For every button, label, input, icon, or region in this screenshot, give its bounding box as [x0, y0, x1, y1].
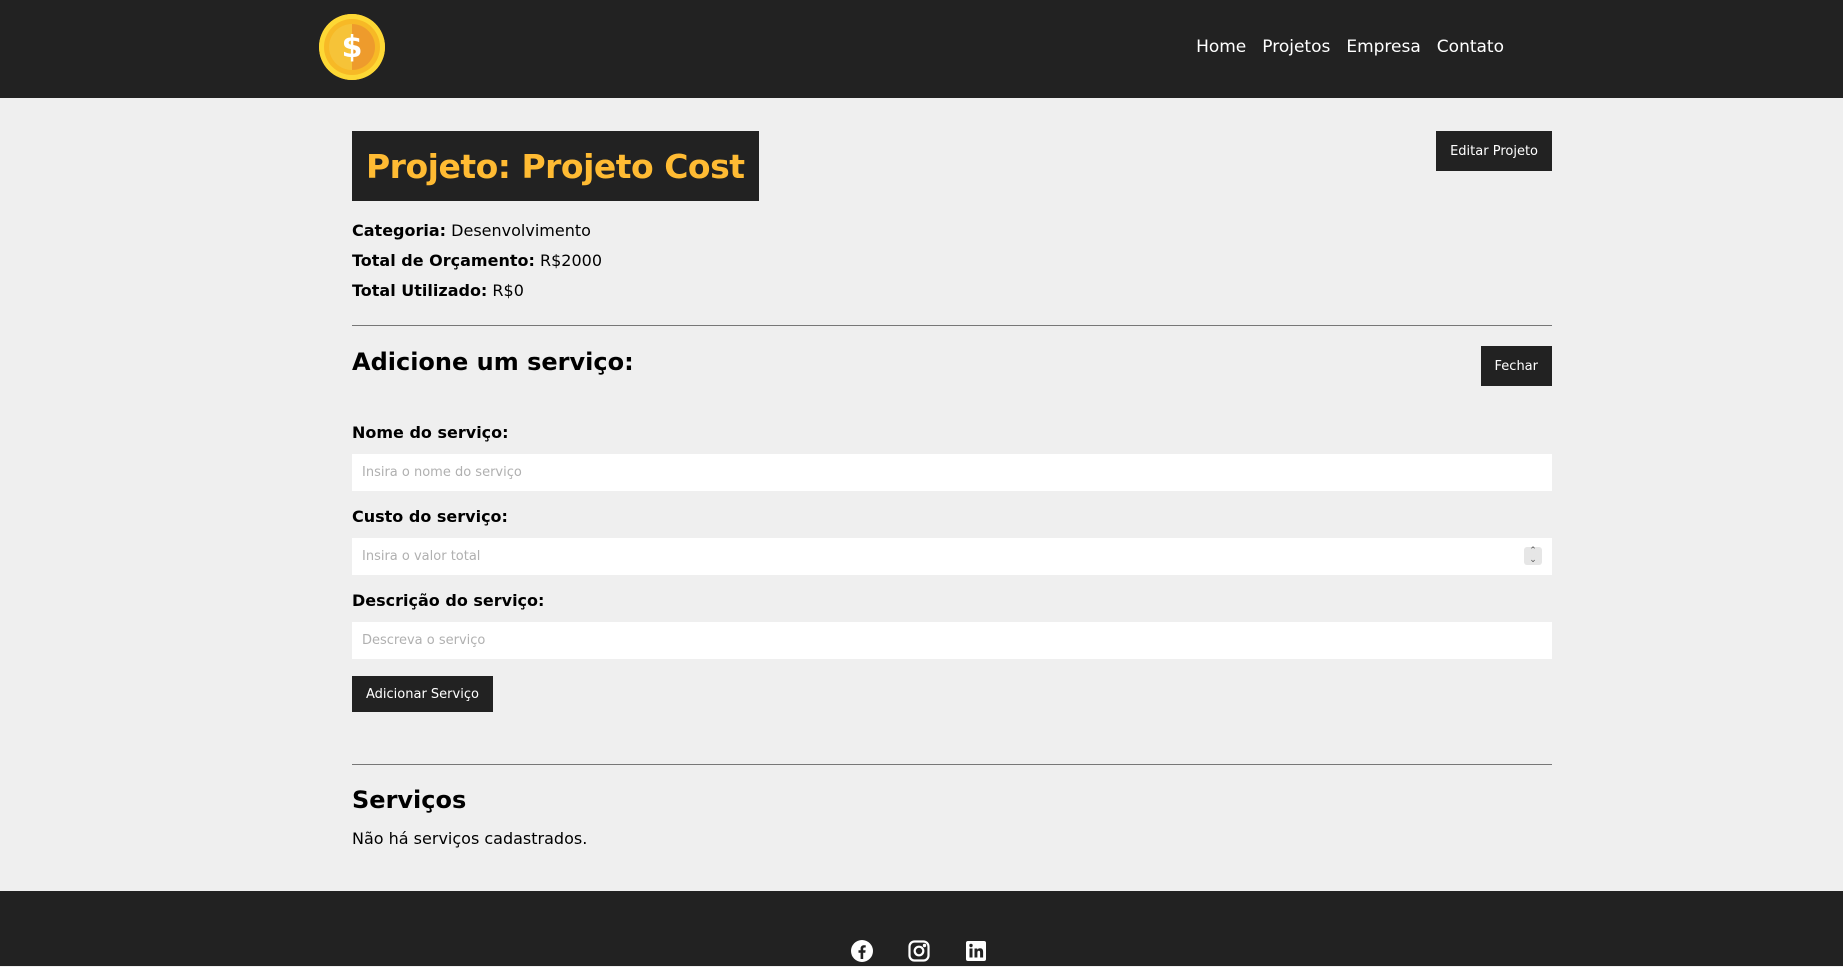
- number-stepper[interactable]: ⌃ ⌄: [1524, 547, 1542, 565]
- service-cost-input[interactable]: [352, 538, 1552, 575]
- service-name-label: Nome do serviço:: [352, 423, 509, 442]
- used-value: R$0: [492, 281, 524, 300]
- service-cost-wrapper: ⌃⌄: [352, 538, 1552, 575]
- budget-value: R$2000: [539, 251, 602, 270]
- nav-home[interactable]: Home: [1196, 37, 1246, 57]
- divider: [352, 764, 1552, 765]
- budget-label: Total de Orçamento:: [352, 251, 535, 270]
- logo-symbol: $: [341, 29, 363, 65]
- service-name-input[interactable]: [352, 454, 1552, 491]
- linkedin-icon[interactable]: [964, 939, 988, 963]
- social-links: [850, 939, 988, 963]
- logo[interactable]: $: [319, 14, 385, 80]
- nav-empresa[interactable]: Empresa: [1346, 37, 1420, 57]
- service-desc-label: Descrição do serviço:: [352, 591, 545, 610]
- category-label: Categoria:: [352, 221, 447, 240]
- nav-contato[interactable]: Contato: [1437, 37, 1504, 57]
- divider: [352, 325, 1552, 326]
- services-title: Serviços: [352, 786, 467, 814]
- add-service-title: Adicione um serviço:: [352, 348, 634, 376]
- instagram-icon[interactable]: [907, 939, 931, 963]
- facebook-icon[interactable]: [850, 939, 874, 963]
- footer: [0, 891, 1843, 966]
- used-row: Total Utilizado: R$0: [352, 276, 602, 306]
- edit-project-button[interactable]: Editar Projeto: [1436, 131, 1552, 171]
- nav-projetos[interactable]: Projetos: [1262, 37, 1330, 57]
- project-title-box: Projeto: Projeto Cost: [352, 131, 759, 201]
- close-button[interactable]: Fechar: [1480, 346, 1552, 386]
- service-desc-input[interactable]: [352, 622, 1552, 659]
- budget-row: Total de Orçamento: R$2000: [352, 246, 602, 276]
- navbar: $ Home Projetos Empresa Contato: [0, 0, 1843, 98]
- no-services-text: Não há serviços cadastrados.: [352, 829, 588, 848]
- service-cost-label: Custo do serviço:: [352, 507, 508, 526]
- coin-icon: $: [329, 24, 375, 70]
- category-value: Desenvolvimento: [451, 221, 591, 240]
- category-row: Categoria: Desenvolvimento: [352, 216, 602, 246]
- main-content: Projeto: Projeto Cost Editar Projeto Cat…: [0, 98, 1843, 891]
- project-info: Categoria: Desenvolvimento Total de Orça…: [352, 216, 602, 306]
- main-nav: Home Projetos Empresa Contato: [1196, 37, 1504, 57]
- project-title: Projeto: Projeto Cost: [366, 146, 745, 186]
- used-label: Total Utilizado:: [352, 281, 488, 300]
- add-service-button[interactable]: Adicionar Serviço: [352, 676, 493, 712]
